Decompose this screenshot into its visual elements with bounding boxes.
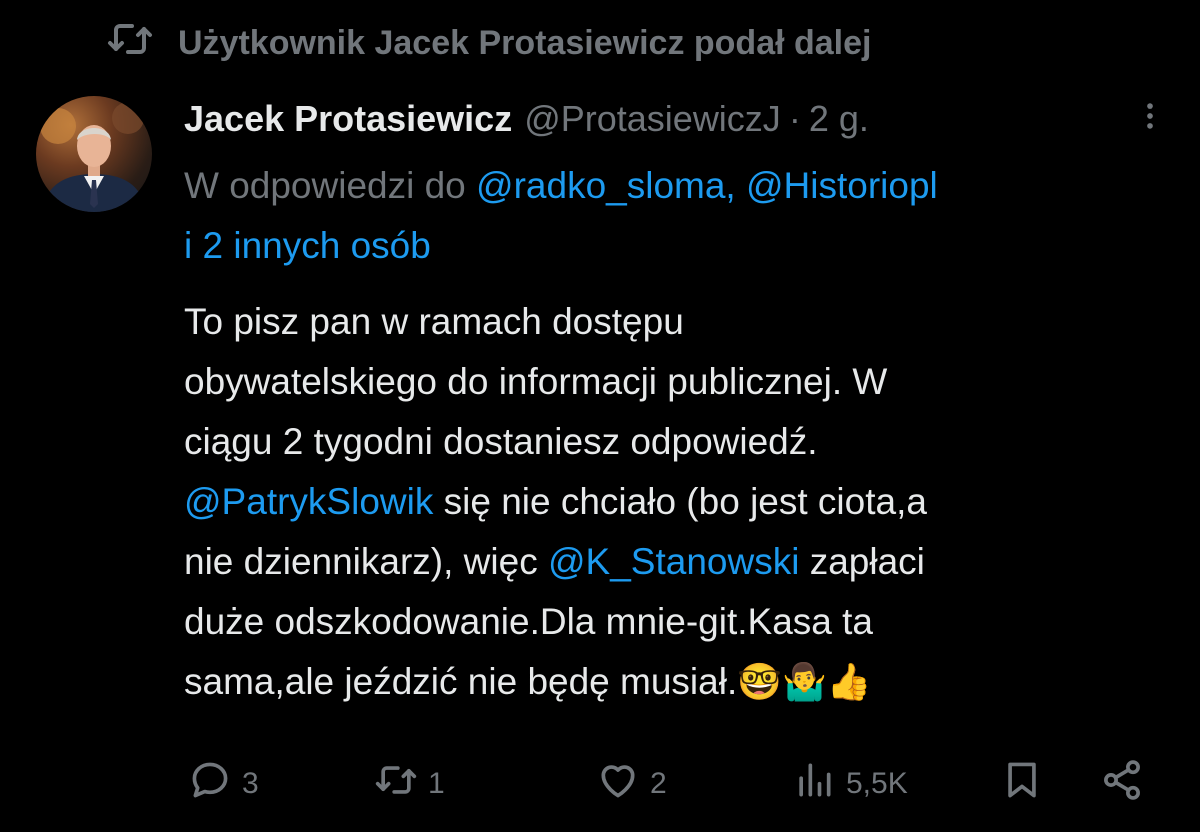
views-icon [792, 758, 836, 810]
mention-k-stanowski[interactable]: @K_Stanowski [548, 541, 799, 582]
tweet-text-segment: się nie chciało (bo jest ciota,a [433, 481, 927, 522]
like-count: 2 [650, 767, 667, 800]
tweet-line: @PatrykSlowik się nie chciało (bo jest c… [184, 472, 1184, 532]
heart-icon [596, 758, 640, 810]
reply-button[interactable]: 3 [188, 756, 259, 812]
repost-label: Użytkownik Jacek Protasiewicz podał dale… [178, 23, 872, 62]
reply-context: W odpowiedzi do @radko_sloma, @Historiop… [184, 156, 1174, 276]
more-options-button[interactable] [1128, 96, 1172, 140]
mention-historiopl[interactable]: @Historiopl [746, 165, 938, 206]
repost-icon [374, 758, 418, 810]
mention-radko-sloma[interactable]: @radko_sloma, [476, 165, 736, 206]
repost-count: 1 [428, 767, 445, 800]
reply-prefix: W odpowiedzi do [184, 165, 477, 206]
tweet-text: To pisz pan w ramach dostępu obywatelski… [184, 292, 1184, 712]
separator-dot: · [788, 98, 801, 139]
repost-button[interactable]: 1 [374, 756, 445, 812]
author-handle[interactable]: @ProtasiewiczJ [524, 98, 781, 140]
tweet-line: ciągu 2 tygodni dostaniesz odpowiedź. [184, 421, 818, 462]
share-button[interactable] [1100, 756, 1144, 812]
reply-icon [188, 758, 232, 810]
tweet-text-segment: nie dziennikarz), więc [184, 541, 548, 582]
views-button[interactable]: 5,5K [792, 756, 908, 812]
repost-indicator[interactable]: Użytkownik Jacek Protasiewicz podał dale… [106, 18, 871, 68]
tweet-line: nie dziennikarz), więc @K_Stanowski zapł… [184, 532, 1184, 592]
tweet-text-segment: sama,ale jeździć nie będę musiał. [184, 661, 738, 702]
action-bar: 3 1 2 5,5K [0, 756, 1200, 812]
tweet-line: obywatelskiego do informacji publicznej.… [184, 361, 888, 402]
author-name[interactable]: Jacek Protasiewicz [184, 98, 512, 140]
tweet-line: To pisz pan w ramach dostępu [184, 301, 684, 342]
more-icon [1133, 99, 1167, 138]
emoji-group: 🤓🤷‍♂️👍 [737, 661, 872, 702]
tweet-header: Jacek Protasiewicz @ProtasiewiczJ · 2 g. [184, 92, 869, 146]
mention-patrykslowik[interactable]: @PatrykSlowik [184, 481, 433, 522]
avatar[interactable] [36, 96, 152, 212]
tweet-line: duże odszkodowanie.Dla mnie-git.Kasa ta [184, 601, 873, 642]
like-button[interactable]: 2 [596, 756, 667, 812]
bookmark-button[interactable] [1000, 756, 1044, 812]
views-count: 5,5K [846, 767, 908, 800]
repost-icon [106, 15, 154, 72]
tweet-text-segment: zapłaci [799, 541, 925, 582]
timestamp[interactable]: 2 g. [809, 98, 869, 140]
reply-others-link[interactable]: i 2 innych osób [184, 225, 431, 266]
bookmark-icon [1000, 758, 1044, 810]
tweet-line: sama,ale jeździć nie będę musiał.🤓🤷‍♂️👍 [184, 652, 1184, 712]
share-icon [1100, 758, 1144, 810]
reply-count: 3 [242, 767, 259, 800]
